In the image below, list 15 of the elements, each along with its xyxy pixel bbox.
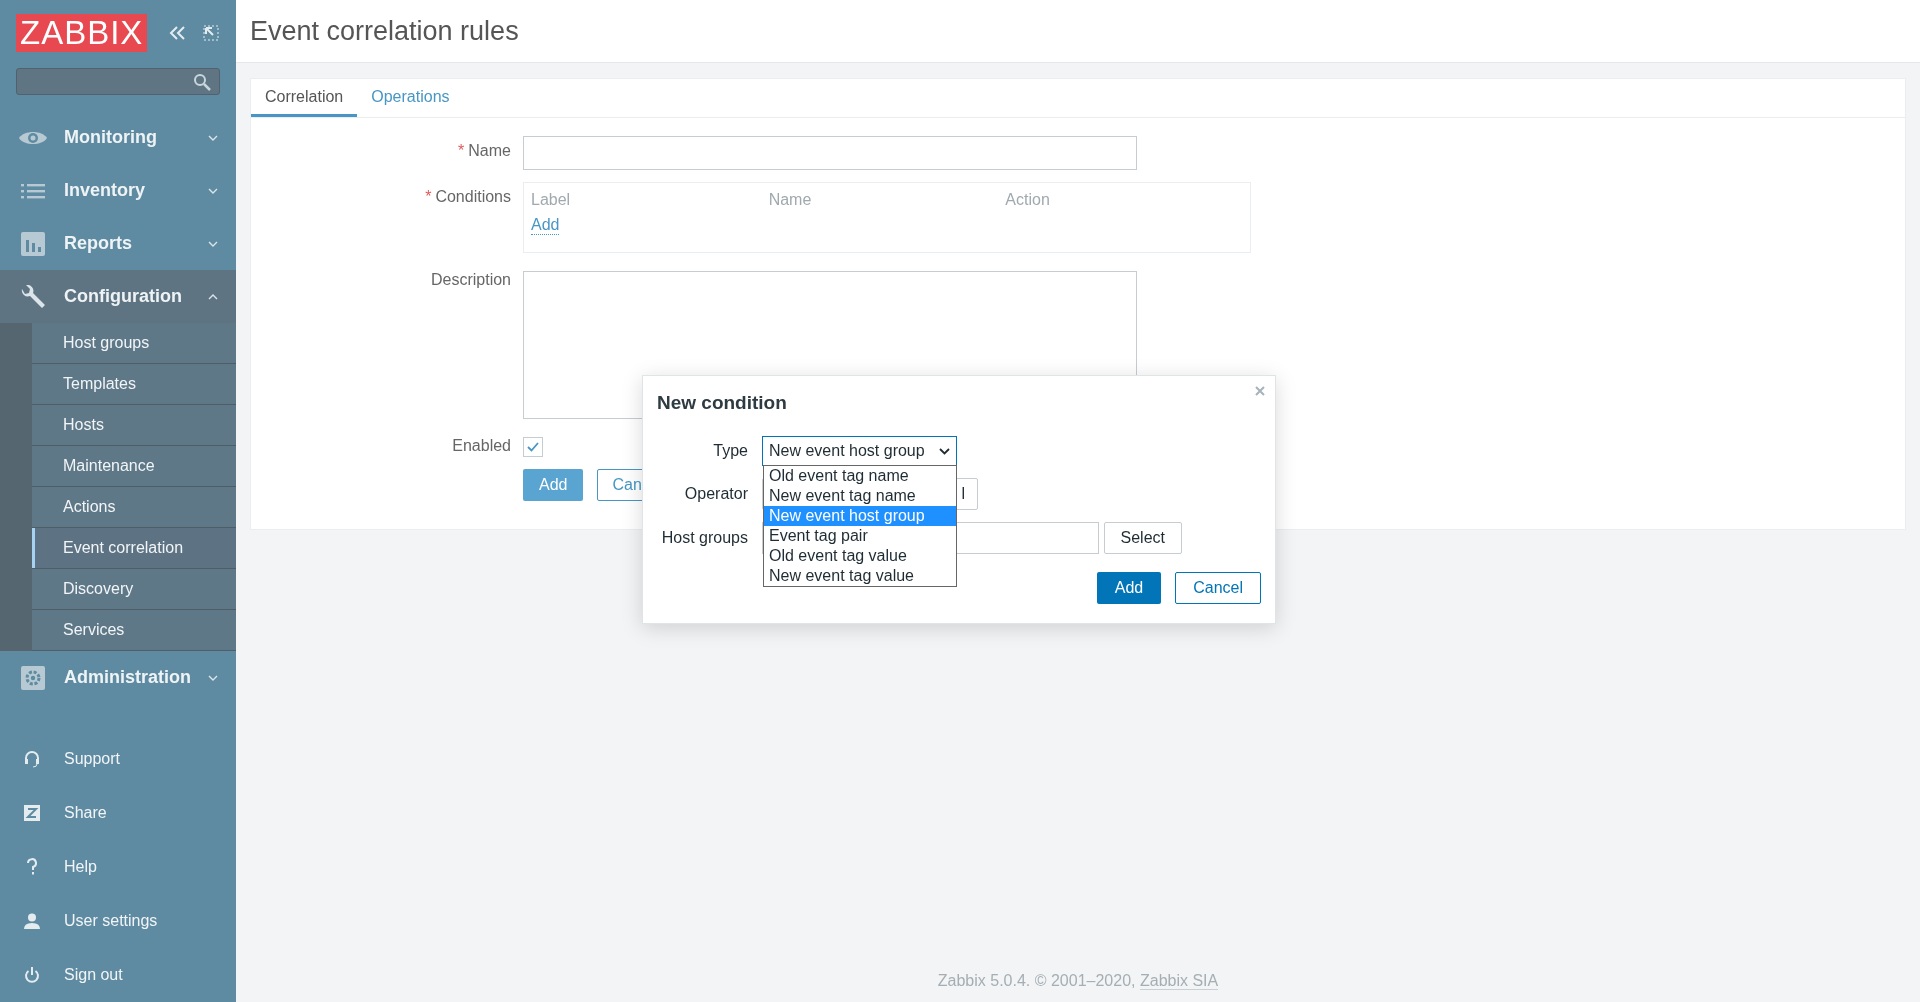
field-label: Host groups: [660, 529, 748, 547]
required-mark: *: [425, 188, 432, 205]
column-header: Label: [531, 191, 572, 209]
field-label: Operator: [683, 485, 748, 503]
field-label: Conditions: [435, 188, 511, 205]
required-mark: *: [458, 142, 465, 159]
dialog-title: New condition: [657, 392, 788, 414]
page-title: Event correlation rules: [250, 15, 519, 47]
field-label: Type: [712, 442, 748, 460]
column-header: Name: [768, 191, 813, 209]
field-label: Name: [468, 142, 511, 159]
field-label: Enabled: [452, 437, 511, 454]
field-label: Description: [430, 271, 511, 288]
footer-text: Zabbix 5.0.4. © 2001–2020,: [937, 972, 1136, 989]
column-header: Action: [1005, 191, 1051, 209]
